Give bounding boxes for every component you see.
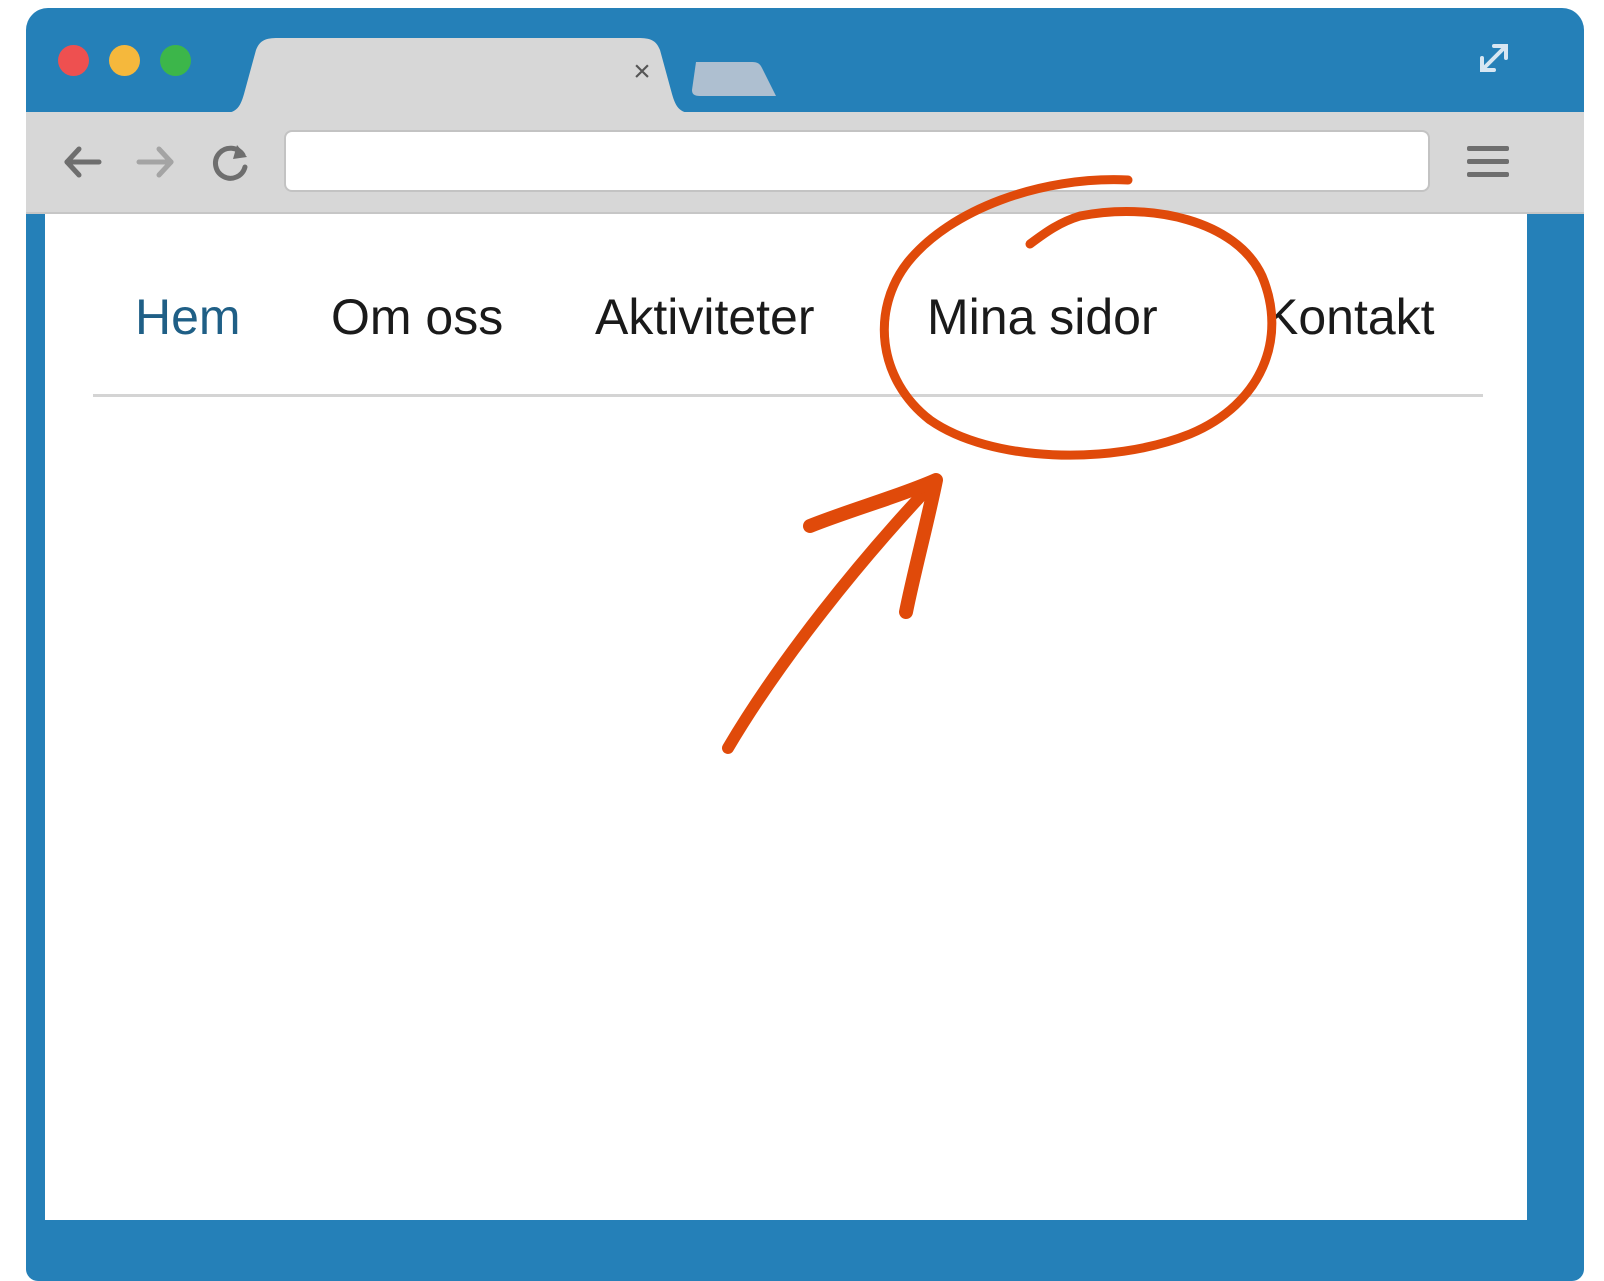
site-navigation: Hem Om oss Aktiviteter Mina sidor Kontak… bbox=[93, 272, 1483, 397]
reload-icon bbox=[212, 145, 248, 181]
forward-button[interactable] bbox=[128, 134, 184, 190]
nav-link-kontakt[interactable]: Kontakt bbox=[1265, 288, 1435, 346]
browser-toolbar bbox=[26, 112, 1584, 214]
window-controls bbox=[58, 45, 191, 76]
back-button[interactable] bbox=[54, 134, 110, 190]
nav-link-om-oss[interactable]: Om oss bbox=[331, 288, 503, 346]
nav-link-mina-sidor[interactable]: Mina sidor bbox=[927, 288, 1158, 346]
hamburger-menu-icon bbox=[1467, 146, 1509, 177]
arrow-left-icon bbox=[64, 146, 102, 178]
reload-button[interactable] bbox=[202, 134, 258, 190]
close-window-button[interactable] bbox=[58, 45, 89, 76]
browser-menu-button[interactable] bbox=[1458, 134, 1518, 190]
arrow-right-icon bbox=[136, 146, 174, 178]
nav-link-hem[interactable]: Hem bbox=[135, 288, 241, 346]
page-content: Hem Om oss Aktiviteter Mina sidor Kontak… bbox=[45, 214, 1527, 1220]
nav-link-aktiviteter[interactable]: Aktiviteter bbox=[595, 288, 815, 346]
minimize-window-button[interactable] bbox=[109, 45, 140, 76]
maximize-window-button[interactable] bbox=[160, 45, 191, 76]
browser-window: × Hem Om oss Aktiviteter Mina sidor Kont… bbox=[26, 8, 1584, 1281]
address-bar-input[interactable] bbox=[284, 130, 1430, 192]
fullscreen-arrows-icon[interactable] bbox=[1470, 34, 1518, 82]
tab-close-icon[interactable]: × bbox=[624, 54, 660, 90]
new-tab-icon[interactable] bbox=[686, 54, 786, 104]
